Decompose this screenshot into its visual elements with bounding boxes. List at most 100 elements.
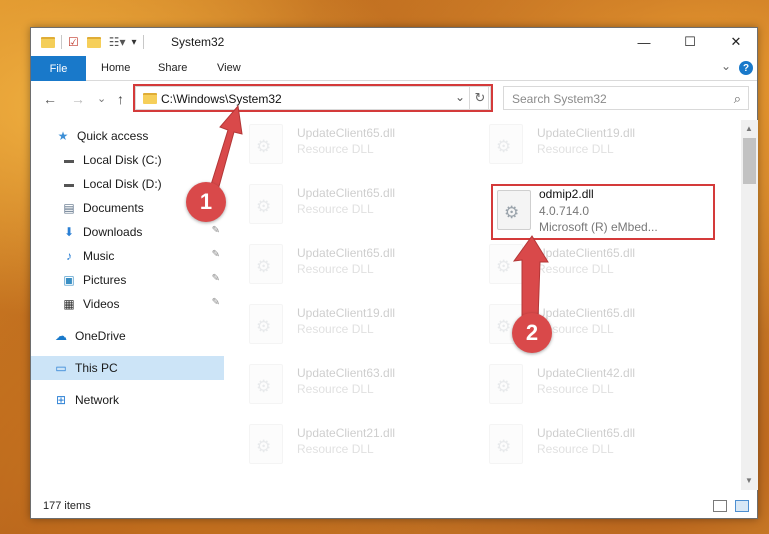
document-icon: ▤ [63, 201, 75, 215]
gear-icon: ⚙ [496, 257, 512, 276]
sidebar-item-label: OneDrive [75, 329, 126, 343]
sidebar-item-label: Quick access [77, 129, 149, 143]
file-item[interactable]: ⚙ UpdateClient21.dll Resource DLL [227, 420, 447, 468]
pictures-icon: ▣ [63, 273, 75, 287]
help-icon[interactable]: ? [739, 61, 753, 75]
tab-home[interactable]: Home [101, 62, 130, 74]
sidebar-item-label: This PC [75, 361, 118, 375]
customize-toolbar-icon[interactable]: ▾ [132, 37, 137, 48]
sidebar-item-label: Local Disk (D:) [83, 177, 162, 191]
scroll-down-icon[interactable]: ▼ [745, 476, 753, 485]
file-name: odmip2.dll [539, 187, 594, 201]
close-button[interactable]: ✕ [713, 28, 759, 56]
file-item[interactable]: ⚙ UpdateClient42.dll Resource DLL [467, 360, 687, 408]
maximize-button[interactable]: ☐ [667, 28, 713, 56]
pin-icon[interactable]: ✎ [212, 297, 220, 308]
minimize-button[interactable]: — [621, 28, 667, 56]
forward-arrow-icon[interactable]: → [71, 91, 85, 107]
dll-file-icon: ⚙ [249, 364, 283, 404]
sidebar-item-this-pc[interactable]: ▭ This PC [31, 356, 224, 380]
file-description: Microsoft (R) eMbed... [539, 220, 658, 234]
sidebar-item-music[interactable]: ♪ Music ✎ [31, 244, 224, 268]
tab-view[interactable]: View [217, 62, 241, 74]
window-title: System32 [171, 35, 225, 49]
gear-icon: ⚙ [496, 377, 512, 396]
scroll-up-icon[interactable]: ▲ [745, 124, 753, 133]
gear-icon: ⚙ [256, 377, 272, 396]
vertical-scrollbar[interactable]: ▲ ▼ [741, 120, 758, 490]
expand-ribbon-icon[interactable]: ⌄ [721, 59, 731, 73]
gear-icon: ⚙ [496, 437, 512, 456]
view-options-icon[interactable]: ☷▾ [109, 35, 126, 49]
sidebar-item-onedrive[interactable]: ☁ OneDrive [31, 324, 224, 348]
file-item[interactable]: ⚙ UpdateClient65.dll Resource DLL [467, 420, 687, 468]
ribbon-tabs: File Home Share View ⌄ ? [31, 56, 757, 81]
file-item[interactable]: ⚙ UpdateClient65.dll Resource DLL [227, 180, 447, 228]
dll-file-icon: ⚙ [489, 424, 523, 464]
pin-icon[interactable]: ✎ [212, 273, 220, 284]
scrollbar-thumb[interactable] [743, 138, 756, 184]
quick-access-toolbar: ☑ ☷▾ ▾ [41, 33, 150, 51]
network-icon: ⊞ [55, 393, 67, 407]
sidebar-item-label: Local Disk (C:) [83, 153, 162, 167]
navigation-pane: ★ Quick access ▬ Local Disk (C:) ▬ Local… [31, 120, 226, 490]
explorer-window: ☑ ☷▾ ▾ System32 — ☐ ✕ File Home Share Vi… [30, 27, 758, 519]
sidebar-item-pictures[interactable]: ▣ Pictures ✎ [31, 268, 224, 292]
sidebar-item-label: Downloads [83, 225, 143, 239]
cloud-icon: ☁ [55, 329, 67, 343]
gear-icon: ⚙ [496, 137, 512, 156]
download-icon: ⬇ [63, 225, 75, 239]
dll-file-icon: ⚙ [249, 244, 283, 284]
file-item[interactable]: ⚙ UpdateClient65.dll Resource DLL [467, 300, 687, 348]
dll-file-icon: ⚙ [489, 364, 523, 404]
dll-file-icon: ⚙ [249, 184, 283, 224]
large-icons-view-icon[interactable] [735, 500, 749, 512]
recent-locations-icon[interactable]: ⌄ [97, 92, 106, 105]
tab-file[interactable]: File [31, 56, 86, 81]
file-item[interactable]: ⚙ odmip2.dll 4.0.714.0 Microsoft (R) eMb… [493, 186, 713, 238]
sidebar-item-label: Documents [83, 201, 144, 215]
search-box[interactable]: Search System32 ⌕ [503, 86, 749, 110]
back-arrow-icon[interactable]: ← [43, 91, 57, 107]
sidebar-item-local-disk-c[interactable]: ▬ Local Disk (C:) [31, 148, 224, 172]
file-item[interactable]: ⚙ UpdateClient65.dll Resource DLL [227, 120, 447, 168]
up-arrow-icon[interactable]: ↑ [117, 91, 124, 107]
dll-file-icon: ⚙ [249, 424, 283, 464]
music-icon: ♪ [66, 249, 72, 263]
file-item[interactable]: ⚙ UpdateClient19.dll Resource DLL [227, 300, 447, 348]
sidebar-item-label: Network [75, 393, 120, 407]
file-item[interactable]: ⚙ UpdateClient63.dll Resource DLL [227, 360, 447, 408]
file-item[interactable]: ⚙ UpdateClient65.dll Resource DLL [467, 240, 687, 288]
dll-file-icon: ⚙ [249, 124, 283, 164]
new-folder-icon[interactable] [86, 36, 101, 48]
sidebar-item-quick-access[interactable]: ★ Quick access [31, 124, 224, 148]
sidebar-item-network[interactable]: ⊞ Network [31, 388, 224, 412]
pin-icon[interactable]: ✎ [212, 249, 220, 260]
sidebar-item-label: Music [83, 249, 115, 263]
item-count: 177 items [43, 500, 91, 512]
drive-icon: ▬ [64, 154, 74, 166]
file-list: ⚙ UpdateClient65.dll Resource DLL ⚙ Upda… [227, 120, 741, 490]
pin-icon[interactable]: ✎ [212, 225, 220, 236]
video-icon: ▦ [63, 297, 75, 311]
drive-icon: ▬ [64, 178, 74, 190]
gear-icon: ⚙ [504, 203, 520, 222]
sidebar-item-videos[interactable]: ▦ Videos ✎ [31, 292, 224, 316]
sidebar-item-downloads[interactable]: ⬇ Downloads ✎ [31, 220, 224, 244]
step-2-badge: 2 [512, 313, 552, 353]
gear-icon: ⚙ [256, 257, 272, 276]
gear-icon: ⚙ [256, 197, 272, 216]
properties-icon[interactable]: ☑ [68, 35, 79, 49]
folder-icon[interactable] [41, 36, 55, 48]
details-view-icon[interactable] [713, 500, 727, 512]
file-item[interactable]: ⚙ UpdateClient65.dll Resource DLL [227, 240, 447, 288]
odmip2-dll-file-item[interactable]: ⚙ odmip2.dll 4.0.714.0 Microsoft (R) eMb… [491, 184, 715, 240]
search-icon: ⌕ [733, 91, 741, 106]
file-item[interactable]: ⚙ UpdateClient19.dll Resource DLL [467, 120, 687, 168]
status-bar: 177 items [31, 494, 757, 518]
sidebar-item-label: Pictures [83, 273, 127, 287]
search-input[interactable]: Search System32 [512, 92, 607, 106]
tab-share[interactable]: Share [158, 62, 187, 74]
step-1-badge: 1 [186, 182, 226, 222]
file-version: 4.0.714.0 [539, 204, 590, 218]
